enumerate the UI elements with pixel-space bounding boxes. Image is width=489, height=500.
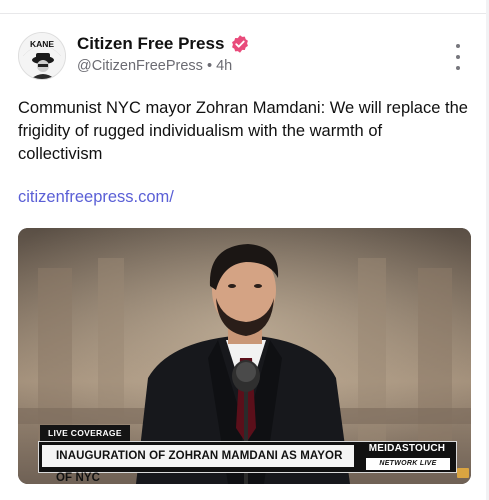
meta-separator: • [206, 58, 213, 74]
post-link[interactable]: citizenfreepress.com/ [18, 188, 174, 207]
author-meta: @CitizenFreePress • 4h [77, 58, 232, 74]
top-divider [0, 13, 489, 14]
author-name-row: Citizen Free Press [77, 34, 250, 54]
avatar-logo-text: KANE [30, 39, 54, 49]
live-coverage-tag: LIVE COVERAGE [40, 425, 130, 441]
avatar-image: KANE [19, 33, 65, 79]
avatar[interactable]: KANE [18, 32, 66, 80]
post-text: Communist NYC mayor Zohran Mamdani: We w… [18, 99, 468, 163]
chyron-headline: INAUGURATION OF ZOHRAN MAMDANI AS MAYOR … [42, 445, 354, 484]
post-time[interactable]: 4h [216, 58, 232, 74]
author-display-name[interactable]: Citizen Free Press [77, 34, 224, 54]
author-handle[interactable]: @CitizenFreePress [77, 58, 203, 74]
channel-brand-sub: NETWORK LIVE [366, 458, 450, 470]
channel-badge-icon [457, 468, 469, 478]
verified-badge-icon [232, 35, 249, 53]
channel-brand: MEIDASTOUCH [368, 443, 446, 454]
more-vertical-icon[interactable] [449, 44, 467, 70]
